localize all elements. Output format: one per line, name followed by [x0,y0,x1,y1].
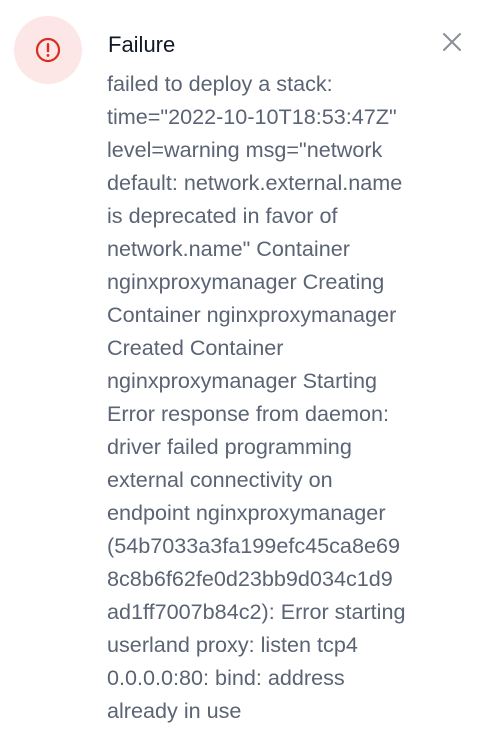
notification-message: failed to deploy a stack: time="2022-10-… [107,71,406,723]
close-icon[interactable] [442,32,462,52]
notification-title: Failure [108,32,176,57]
failure-notification: Failure failed to deploy a stack: time="… [0,0,487,750]
exclamation-circle-icon [14,16,82,84]
close-button[interactable] [436,26,468,58]
